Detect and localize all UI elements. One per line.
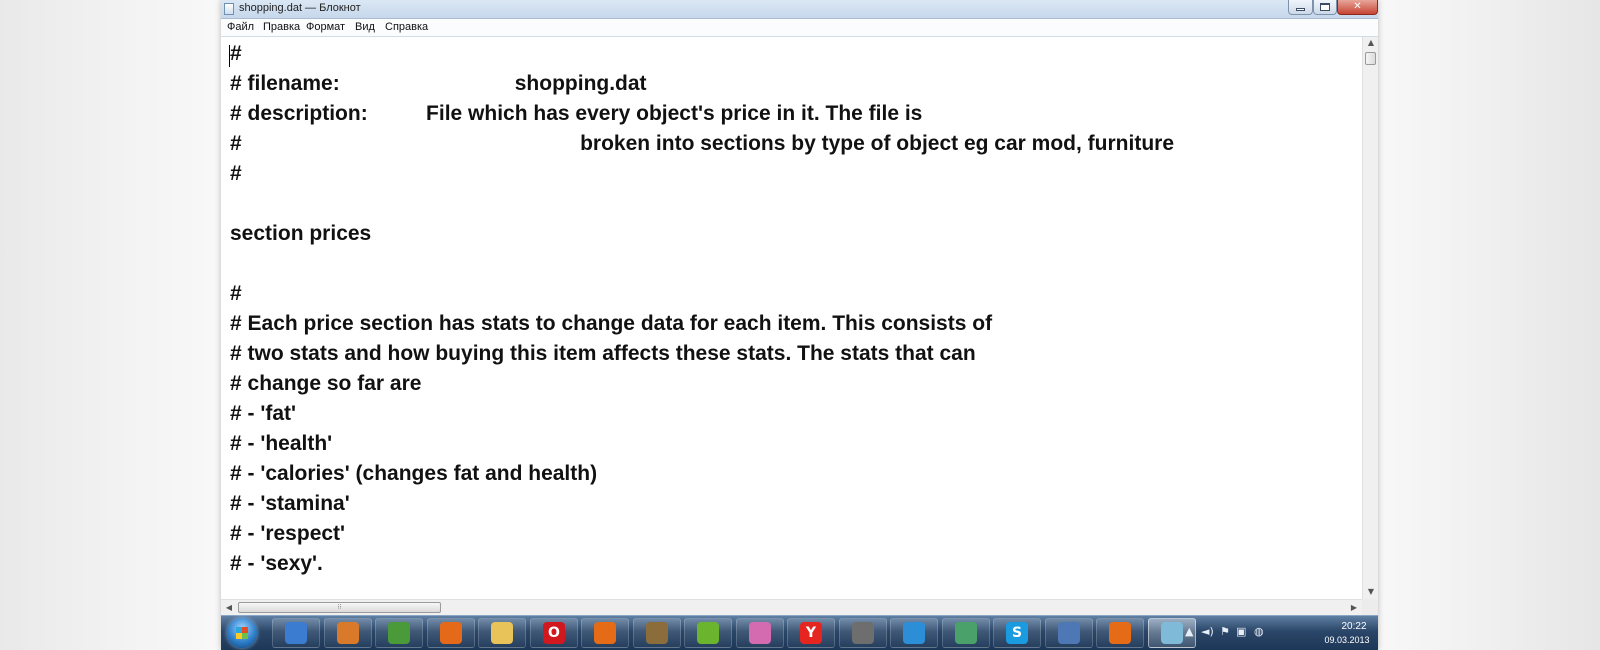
- text-line: # change so far are: [230, 372, 422, 395]
- horizontal-scroll-thumb[interactable]: ⁝⁝: [238, 602, 441, 613]
- anime-app-icon: [749, 622, 771, 644]
- menu-format[interactable]: Формат: [306, 21, 345, 33]
- scroll-down-arrow-icon[interactable]: ▼: [1363, 587, 1378, 596]
- close-button[interactable]: ✕: [1337, 0, 1378, 15]
- text-line: # - 'health': [230, 432, 333, 455]
- text-line: # filename: shopping.dat: [230, 72, 647, 95]
- scroll-left-arrow-icon[interactable]: ◀: [221, 603, 237, 612]
- notepad-window: shopping.dat — Блокнот ✕ Файл Правка Фор…: [221, 0, 1378, 650]
- taskbar-ie-tools-button[interactable]: [272, 618, 320, 648]
- globe-icon[interactable]: ◍: [1254, 625, 1264, 638]
- text-doc-icon: [1058, 622, 1080, 644]
- stack-icon: [903, 622, 925, 644]
- scroll-right-arrow-icon[interactable]: ▶: [1346, 603, 1362, 612]
- text-line: # Each price section has stats to change…: [230, 312, 993, 335]
- text-line: section prices: [230, 222, 372, 245]
- text-line: # - 'calories' (changes fat and health): [230, 462, 598, 485]
- text-line: # - 'respect': [230, 522, 346, 545]
- folder-icon: [491, 622, 513, 644]
- menu-file[interactable]: Файл: [227, 21, 254, 33]
- text-line: #: [230, 282, 242, 305]
- yandex-icon: Y: [800, 622, 822, 644]
- paint-icon: [337, 622, 359, 644]
- volume-icon[interactable]: ◄): [1201, 625, 1214, 638]
- taskbar-archive-button[interactable]: [633, 618, 681, 648]
- taskbar-skype-button[interactable]: S: [993, 618, 1041, 648]
- maximize-button[interactable]: [1313, 0, 1337, 15]
- firefox-icon: [1109, 622, 1131, 644]
- taskbar-yandex-button[interactable]: Y: [787, 618, 835, 648]
- clock-time[interactable]: 20:22: [1334, 621, 1374, 632]
- taskbar-game-button[interactable]: [684, 618, 732, 648]
- close-icon: ✕: [1353, 1, 1362, 12]
- windows-flag-icon: [388, 622, 410, 644]
- taskbar-floppy-button[interactable]: [839, 618, 887, 648]
- clock-date[interactable]: 09.03.2013: [1319, 635, 1375, 645]
- taskbar-windows-flag-button[interactable]: [375, 618, 423, 648]
- text-line: # two stats and how buying this item aff…: [230, 342, 976, 365]
- game-icon: [697, 622, 719, 644]
- taskbar-media-player-button[interactable]: [427, 618, 475, 648]
- taskbar-firefox-button[interactable]: [1096, 618, 1144, 648]
- taskbar-firefox-button[interactable]: [581, 618, 629, 648]
- taskbar-people-button[interactable]: [942, 618, 990, 648]
- text-editor[interactable]: # # filename: shopping.dat # description…: [221, 37, 1362, 599]
- menu-view[interactable]: Вид: [355, 21, 375, 33]
- text-line: #: [230, 162, 242, 185]
- menu-help[interactable]: Справка: [385, 21, 428, 33]
- text-line: # description: File which has every obje…: [230, 102, 923, 125]
- floppy-icon: [852, 622, 874, 644]
- taskbar-anime-app-button[interactable]: [736, 618, 784, 648]
- people-icon: [955, 622, 977, 644]
- archive-icon: [646, 622, 668, 644]
- text-line: # - 'stamina': [230, 492, 350, 515]
- ie-tools-icon: [285, 622, 307, 644]
- minimize-icon: [1296, 8, 1305, 11]
- text-line: # - 'fat': [230, 402, 296, 425]
- scroll-up-arrow-icon[interactable]: ▲: [1363, 38, 1378, 47]
- vertical-scrollbar[interactable]: ▲ ▼: [1362, 37, 1378, 599]
- taskbar-text-doc-button[interactable]: [1045, 618, 1093, 648]
- notepad-app-icon: [224, 3, 234, 15]
- skype-icon: S: [1006, 622, 1028, 644]
- flag-icon[interactable]: ⚑: [1220, 625, 1230, 638]
- text-line: # broken into sections by type of object…: [230, 132, 1174, 155]
- firefox-icon: [594, 622, 616, 644]
- text-line: # - 'sexy'.: [230, 552, 323, 575]
- taskbar-paint-button[interactable]: [324, 618, 372, 648]
- window-title: shopping.dat — Блокнот: [239, 2, 361, 14]
- title-bar[interactable]: shopping.dat — Блокнот ✕: [221, 0, 1378, 19]
- taskbar-folder-button[interactable]: [478, 618, 526, 648]
- menu-edit[interactable]: Правка: [263, 21, 300, 33]
- opera-icon: O: [543, 622, 565, 644]
- start-button[interactable]: [227, 618, 257, 648]
- horizontal-scrollbar[interactable]: ◀ ⁝⁝ ▶: [221, 599, 1362, 615]
- tray-expand-icon[interactable]: ▲: [1185, 625, 1193, 638]
- menu-bar: Файл Правка Формат Вид Справка: [221, 19, 1378, 37]
- vertical-scroll-thumb[interactable]: [1365, 52, 1376, 65]
- maximize-icon: [1320, 3, 1330, 11]
- taskbar-stack-button[interactable]: [890, 618, 938, 648]
- media-player-icon: [440, 622, 462, 644]
- text-line: #: [230, 42, 242, 65]
- scrollbar-corner: [1362, 599, 1378, 615]
- minimize-button[interactable]: [1288, 0, 1313, 15]
- taskbar-opera-button[interactable]: O: [530, 618, 578, 648]
- taskbar: O Y S ▲ ◄) ⚑ ▣ ◍ 20:22 09.03.2013: [221, 615, 1378, 650]
- network-icon[interactable]: ▣: [1236, 625, 1246, 638]
